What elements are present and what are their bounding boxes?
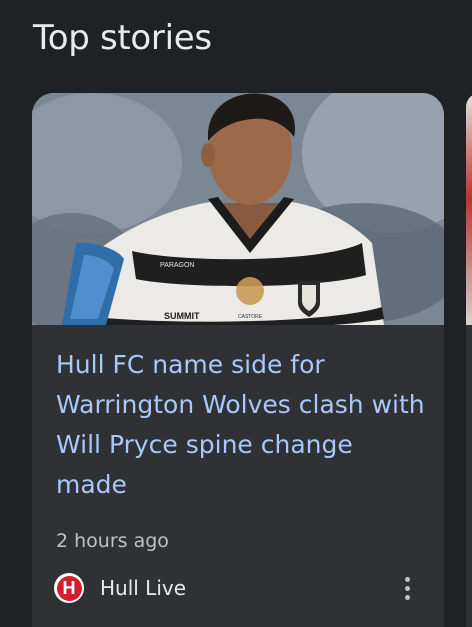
publisher-logo-letter: H: [56, 575, 82, 601]
more-vert-icon: [404, 576, 410, 582]
publisher-name: Hull Live: [100, 576, 187, 600]
more-options-button[interactable]: [393, 571, 421, 605]
top-stories-screen: Top stories PARAGON SUMMIT CASTORE Hull …: [0, 0, 472, 627]
story-thumbnail[interactable]: PARAGON SUMMIT CASTORE: [32, 93, 444, 325]
next-story-card-edge[interactable]: [466, 93, 472, 627]
next-story-thumbnail: [466, 93, 472, 325]
more-vert-icon-dot-3: [404, 594, 410, 600]
hull-live-logo-icon: H: [54, 573, 84, 603]
story-timestamp: 2 hours ago: [56, 530, 169, 552]
jersey-sponsor-text-2: SUMMIT: [164, 311, 200, 321]
more-vert-icon-dot-2: [404, 585, 410, 591]
story-headline[interactable]: Hull FC name side for Warrington Wolves …: [56, 345, 426, 505]
jersey-sponsor-text-3: CASTORE: [238, 314, 263, 320]
publisher-row: H Hull Live: [54, 571, 186, 605]
section-title: Top stories: [33, 18, 212, 58]
story-card[interactable]: PARAGON SUMMIT CASTORE Hull FC name side…: [32, 93, 444, 627]
jersey-sponsor-text: PARAGON: [160, 262, 195, 269]
